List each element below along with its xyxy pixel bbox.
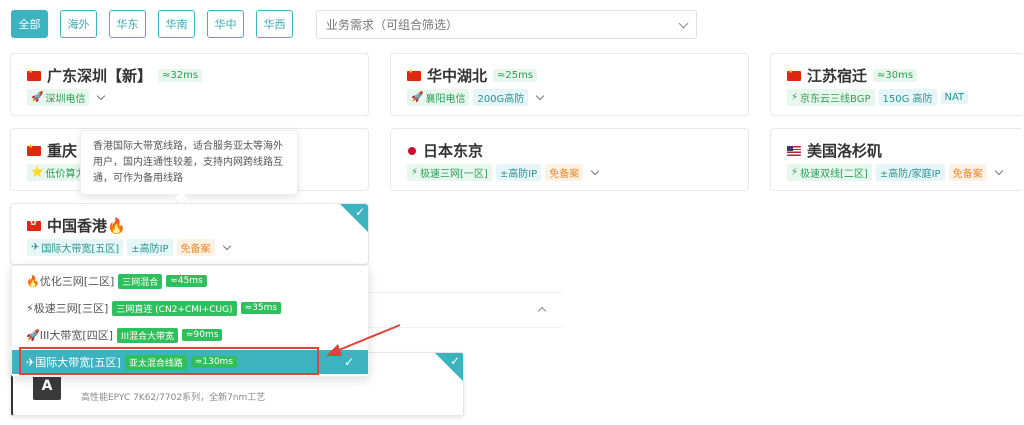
no-filing-tag: 免备案 <box>948 164 987 181</box>
option-label: ⚡极速三网[三区] <box>26 302 109 315</box>
region-name: 中国香港🔥 <box>47 217 126 235</box>
latency-pill: ≈90ms <box>181 329 223 341</box>
line-tag: ⚡ 极速三网[一区] <box>407 164 492 181</box>
line-tooltip: 香港国际大带宽线路，适合服务亚太等海外用户，国内连通性较差，支持内网跨线路互通，… <box>80 130 298 195</box>
ddos-ip-tag: ±高防/家庭IP <box>875 164 945 181</box>
rocket-icon: 🚀 <box>31 92 44 103</box>
region-filter-central[interactable]: 华中 <box>207 10 244 38</box>
latency-badge: ≈32ms <box>158 69 203 82</box>
line-option-zone2[interactable]: 🔥优化三网[二区] 三网混合 ≈45ms <box>12 269 368 293</box>
usa-flag-icon <box>787 145 801 156</box>
latency-badge: ≈25ms <box>493 69 538 82</box>
lightning-icon: ⚡ <box>791 92 799 103</box>
option-label: 🔥优化三网[二区] <box>26 275 115 288</box>
region-name: 重庆 <box>47 142 78 160</box>
line-tag: 🚀 深圳电信 <box>27 89 90 106</box>
china-flag-icon <box>27 68 41 81</box>
nat-tag: NAT <box>940 91 969 104</box>
latency-badge: ≈30ms <box>873 69 918 82</box>
line-tag: 🚀 襄阳电信 <box>407 89 470 106</box>
region-name: 华中湖北 <box>427 67 488 85</box>
line-option-zone4[interactable]: 🚀III大带宽[四区] III混合大带宽 ≈90ms <box>12 323 368 347</box>
region-name: 江苏宿迁 <box>807 67 868 85</box>
region-name: 美国洛杉矶 <box>807 142 883 160</box>
chevron-down-icon[interactable] <box>590 166 600 176</box>
chevron-down-icon[interactable] <box>97 91 106 101</box>
region-card-tokyo[interactable]: 日本东京 ⚡ 极速三网[一区] ±高防IP 免备案 <box>390 128 749 191</box>
lightning-icon: ⚡ <box>791 167 799 178</box>
hongkong-flag-icon <box>27 218 41 231</box>
check-icon: ✓ <box>449 354 460 368</box>
chevron-down-icon[interactable] <box>536 91 545 101</box>
chevron-down-icon[interactable] <box>994 166 1003 176</box>
lightning-icon: ⚡ <box>411 167 419 178</box>
ddos-ip-tag: ±高防IP <box>495 164 542 181</box>
line-tag: ⚡ 京东云三线BGP <box>787 89 875 106</box>
region-card-suqian[interactable]: 江苏宿迁 ≈30ms ⚡京东云三线BGP 150G 高防 NAT <box>770 53 1024 116</box>
chevron-down-icon <box>678 18 689 29</box>
route-pill: 三网直连 (CN2+CMI+CUG) <box>112 300 237 316</box>
ddos-ip-tag: ±高防IP <box>127 239 173 256</box>
no-filing-tag: 免备案 <box>545 164 584 181</box>
chevron-down-icon[interactable] <box>222 241 231 251</box>
region-name: 广东深圳【新】 <box>47 67 153 85</box>
region-card-hubei[interactable]: 华中湖北 ≈25ms 🚀襄阳电信 200G高防 <box>390 53 749 116</box>
business-filter-select[interactable]: 业务需求（可组合筛选） <box>316 10 697 39</box>
airplane-icon: ✈ <box>31 242 40 253</box>
line-tag: ⚡ 极速双线[二区] <box>787 164 872 181</box>
china-flag-icon <box>27 143 41 156</box>
region-card-hongkong[interactable]: 中国香港🔥 ✈国际大带宽[五区] ±高防IP 免备案 ✓ <box>10 203 369 265</box>
ddos-tag: 200G高防 <box>473 89 529 106</box>
region-name: 日本东京 <box>423 142 484 160</box>
latency-pill: ≈45ms <box>166 275 207 287</box>
line-tag: ✈ 国际大带宽[五区] <box>27 239 124 256</box>
chevron-up-icon[interactable] <box>537 306 547 316</box>
route-pill: III混合大带宽 <box>117 327 178 343</box>
region-card-los-angeles[interactable]: 美国洛杉矶 ⚡ 极速双线[二区] ±高防/家庭IP 免备案 <box>770 128 1024 191</box>
business-filter-placeholder: 业务需求（可组合筛选） <box>326 18 459 32</box>
region-filter-west[interactable]: 华西 <box>256 10 293 38</box>
region-filter-overseas[interactable]: 海外 <box>60 10 97 38</box>
cpu-description: 高性能EPYC 7K62/7702系列，全新7nm工艺 <box>81 393 266 403</box>
route-pill: 三网混合 <box>118 273 163 289</box>
china-flag-icon <box>407 68 421 81</box>
latency-pill: ≈35ms <box>240 302 282 314</box>
region-filter-south[interactable]: 华南 <box>158 10 195 38</box>
check-icon: ✓ <box>354 205 365 219</box>
no-filing-tag: 免备案 <box>176 239 215 256</box>
annotation-highlight-box <box>19 347 319 375</box>
china-flag-icon <box>787 68 801 81</box>
japan-flag-icon <box>407 145 417 156</box>
star-icon: ⭐ <box>31 167 44 178</box>
region-filter-east[interactable]: 华东 <box>109 10 146 38</box>
region-card-shenzhen[interactable]: 广东深圳【新】 ≈32ms 🚀深圳电信 <box>10 53 369 116</box>
rocket-icon: 🚀 <box>411 92 424 103</box>
annotation-arrow-icon <box>326 324 401 356</box>
option-label: 🚀III大带宽[四区] <box>26 329 114 342</box>
region-filter-all[interactable]: 全部 <box>11 10 48 38</box>
line-option-zone3[interactable]: ⚡极速三网[三区] 三网直连 (CN2+CMI+CUG) ≈35ms <box>12 296 368 320</box>
ddos-tag: 150G 高防 <box>878 89 937 106</box>
